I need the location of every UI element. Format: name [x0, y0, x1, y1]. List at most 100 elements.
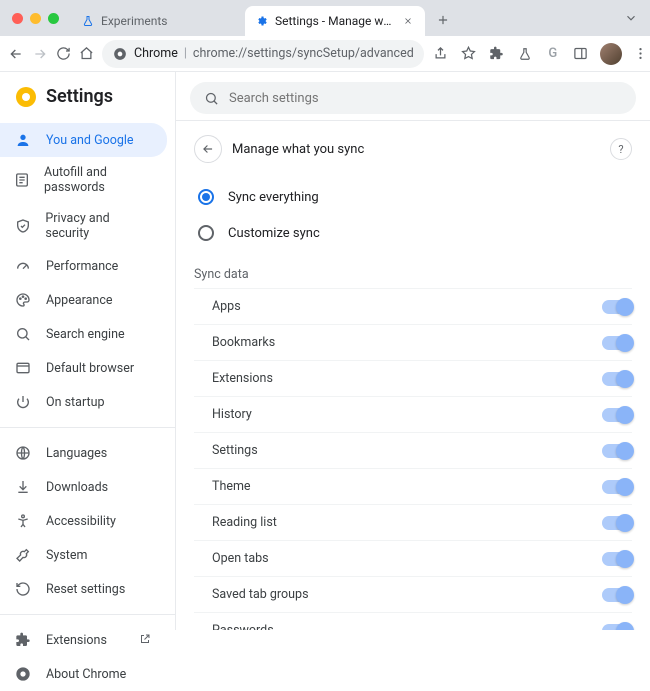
sidebar-item-extensions[interactable]: Extensions: [0, 623, 167, 657]
sync-toggle[interactable]: [602, 588, 632, 602]
radio-customize-sync[interactable]: Customize sync: [194, 217, 632, 253]
flask-icon[interactable]: [516, 45, 534, 63]
sidebar-item-search-engine[interactable]: Search engine: [0, 317, 167, 351]
puzzle-icon[interactable]: [488, 45, 506, 63]
sidebar-item-label: You and Google: [46, 133, 134, 148]
sync-item-label: Settings: [212, 443, 602, 458]
browser-tab-experiments[interactable]: Experiments: [71, 6, 241, 36]
sync-item-label: Apps: [212, 299, 602, 314]
share-icon[interactable]: [432, 45, 450, 63]
page-title: Manage what you sync: [232, 142, 600, 157]
sidebar-item-privacy[interactable]: Privacy and security: [0, 203, 167, 249]
toolbar-actions: G: [432, 43, 650, 65]
sidebar-item-system[interactable]: System: [0, 538, 167, 572]
search-settings-box[interactable]: [190, 82, 636, 114]
sync-toggle[interactable]: [602, 336, 632, 350]
power-icon: [14, 393, 32, 411]
sidebar-item-startup[interactable]: On startup: [0, 385, 167, 419]
chevron-down-icon[interactable]: [620, 7, 642, 29]
star-icon[interactable]: [460, 45, 478, 63]
omnibox-scheme: Chrome: [134, 46, 178, 61]
sync-row: Apps: [194, 288, 632, 324]
sidebar-separator: [0, 427, 175, 428]
new-tab-button[interactable]: [429, 6, 457, 34]
sidebar-item-languages[interactable]: Languages: [0, 436, 167, 470]
sidebar-item-label: Performance: [46, 259, 118, 274]
window-close-button[interactable]: [12, 13, 23, 24]
window-zoom-button[interactable]: [48, 13, 59, 24]
sync-item-label: Bookmarks: [212, 335, 602, 350]
sync-toggle[interactable]: [602, 624, 632, 631]
sync-row: Theme: [194, 468, 632, 504]
close-icon[interactable]: [401, 14, 415, 28]
sidebar-item-downloads[interactable]: Downloads: [0, 470, 167, 504]
home-button[interactable]: [79, 41, 94, 67]
sidebar-item-accessibility[interactable]: Accessibility: [0, 504, 167, 538]
address-bar[interactable]: Chrome | chrome://settings/syncSetup/adv…: [102, 40, 424, 68]
radio-icon: [198, 189, 214, 205]
sync-toggle[interactable]: [602, 408, 632, 422]
radio-icon: [198, 225, 214, 241]
sidebar-item-label: Languages: [46, 446, 107, 461]
sync-toggle[interactable]: [602, 552, 632, 566]
sync-toggle[interactable]: [602, 444, 632, 458]
search-icon: [204, 91, 219, 106]
search-input[interactable]: [229, 91, 622, 106]
sidebar-item-default-browser[interactable]: Default browser: [0, 351, 167, 385]
sidebar-item-label: Downloads: [46, 480, 108, 495]
sync-row: Passwords: [194, 612, 632, 630]
autofill-icon: [14, 171, 30, 189]
sidebar-item-label: On startup: [46, 395, 104, 410]
sidebar-item-about[interactable]: About Chrome: [0, 657, 167, 691]
sync-row: Reading list: [194, 504, 632, 540]
window-tab-strip: Experiments Settings - Manage what you s: [0, 0, 650, 36]
sync-toggle[interactable]: [602, 300, 632, 314]
page-back-button[interactable]: [194, 135, 222, 163]
sidebar-item-performance[interactable]: Performance: [0, 249, 167, 283]
browser-toolbar: Chrome | chrome://settings/syncSetup/adv…: [0, 36, 650, 72]
sync-item-label: Extensions: [212, 371, 602, 386]
traffic-lights: [12, 13, 59, 24]
browser-tab-settings[interactable]: Settings - Manage what you s: [245, 6, 425, 36]
sync-row: Open tabs: [194, 540, 632, 576]
sync-row: Extensions: [194, 360, 632, 396]
profile-avatar[interactable]: [600, 43, 622, 65]
sidebar-separator: [0, 614, 175, 615]
radio-sync-everything[interactable]: Sync everything: [194, 181, 632, 217]
sync-data-section-title: Sync data: [194, 253, 632, 288]
sync-item-label: Reading list: [212, 515, 602, 530]
menu-icon[interactable]: [632, 45, 650, 63]
panel-icon[interactable]: [572, 45, 590, 63]
sync-row: Saved tab groups: [194, 576, 632, 612]
settings-sidebar: You and Google Autofill and passwords Priv…: [0, 117, 175, 691]
sync-row: History: [194, 396, 632, 432]
sidebar-item-autofill[interactable]: Autofill and passwords: [0, 157, 167, 203]
settings-header: Settings: [0, 72, 175, 117]
g-icon[interactable]: G: [544, 45, 562, 63]
sync-toggle[interactable]: [602, 372, 632, 386]
globe-icon: [14, 444, 32, 462]
gauge-icon: [14, 257, 32, 275]
window-minimize-button[interactable]: [30, 13, 41, 24]
tab-title: Settings - Manage what you s: [275, 14, 395, 28]
chrome-icon: [14, 665, 32, 683]
sidebar-item-label: Autofill and passwords: [44, 165, 153, 195]
forward-button[interactable]: [32, 41, 48, 67]
sidebar-item-label: Appearance: [46, 293, 113, 308]
download-icon: [14, 478, 32, 496]
chrome-settings-icon: [16, 87, 36, 107]
sidebar-item-reset[interactable]: Reset settings: [0, 572, 167, 606]
sync-toggle[interactable]: [602, 480, 632, 494]
radio-label: Customize sync: [228, 226, 320, 241]
sync-toggle[interactable]: [602, 516, 632, 530]
puzzle-icon: [14, 631, 32, 649]
sync-item-label: History: [212, 407, 602, 422]
help-button[interactable]: ?: [610, 138, 632, 160]
reload-button[interactable]: [56, 41, 71, 67]
back-button[interactable]: [8, 41, 24, 67]
external-link-icon: [139, 633, 153, 647]
browser-icon: [14, 359, 32, 377]
sidebar-item-you-google[interactable]: You and Google: [0, 123, 167, 157]
sync-row: Settings: [194, 432, 632, 468]
sidebar-item-appearance[interactable]: Appearance: [0, 283, 167, 317]
